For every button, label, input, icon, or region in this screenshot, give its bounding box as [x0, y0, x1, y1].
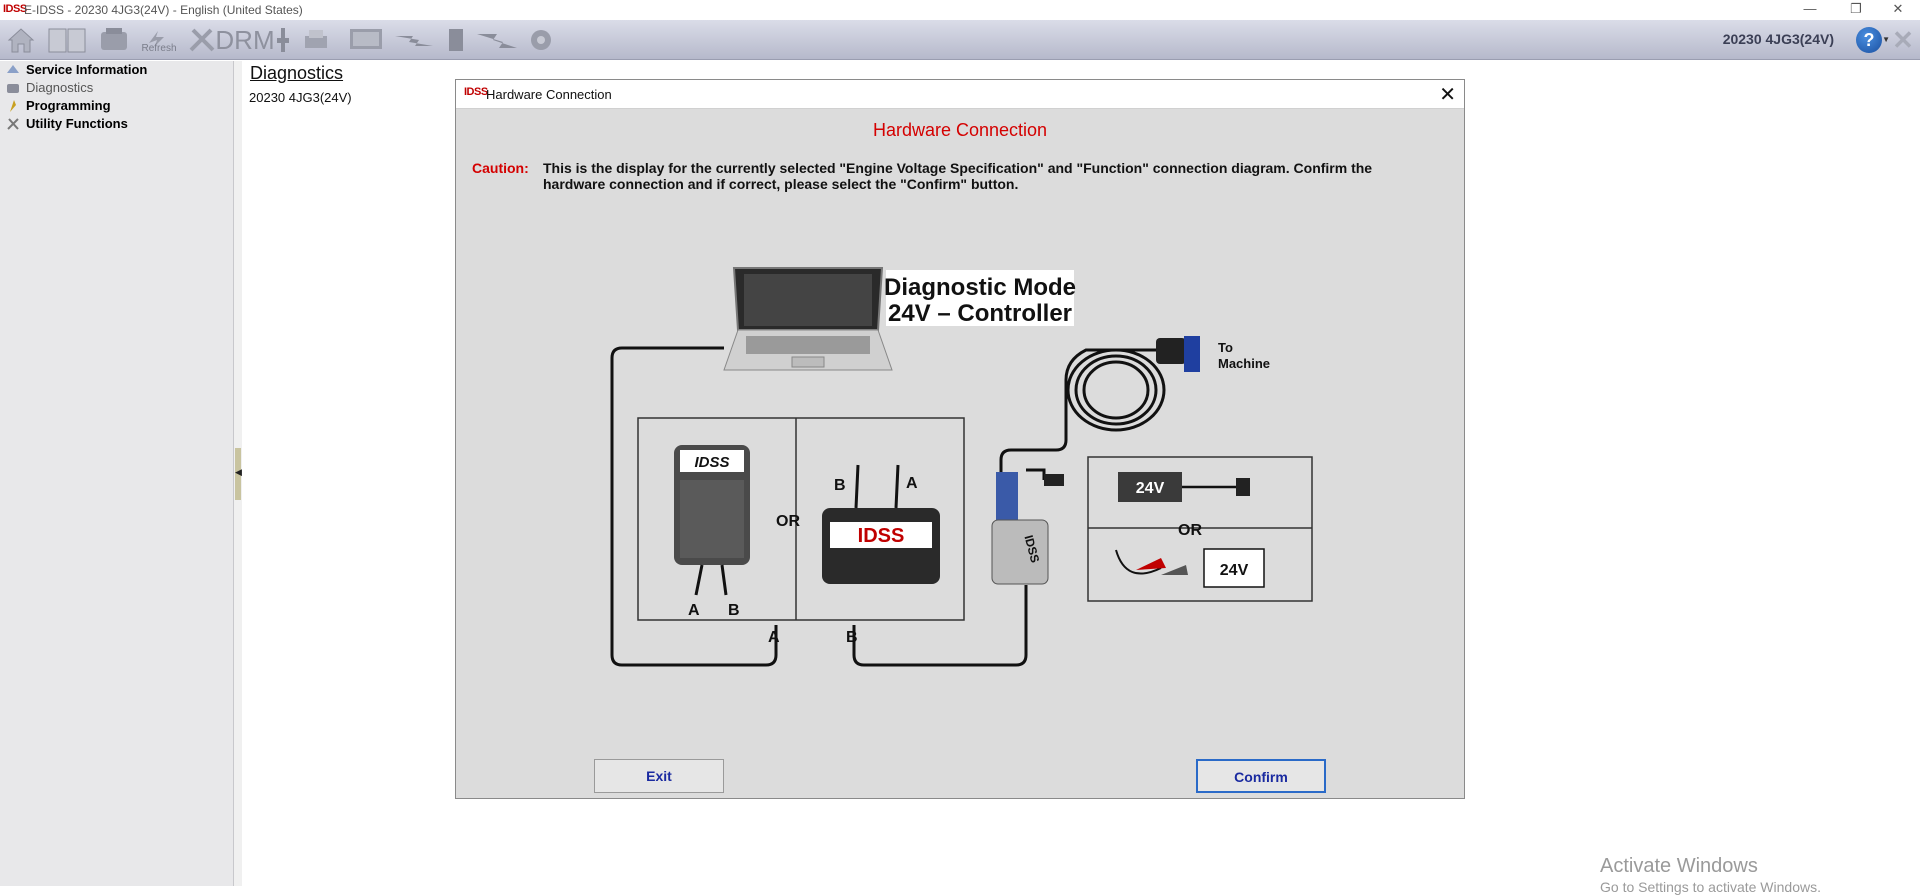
help-button[interactable]: ? — [1856, 27, 1882, 53]
chevron-down-icon[interactable]: ▼ — [1882, 35, 1890, 44]
sidebar-item-diagnostics[interactable]: Diagnostics — [6, 79, 93, 96]
splitter[interactable]: ◀ — [234, 61, 242, 886]
or-label-devices: OR — [776, 513, 800, 530]
book-icon[interactable] — [46, 25, 88, 55]
sidebar: Service Information Diagnostics Programm… — [0, 61, 234, 886]
diagnostics-icon — [6, 81, 20, 95]
label-a-new: A — [906, 475, 918, 492]
dialog-title-bar: IDSS Hardware Connection ✕ — [456, 80, 1464, 109]
diagram-title-line2: 24V – Controller — [888, 300, 1072, 327]
sidebar-item-label: Utility Functions — [26, 116, 128, 131]
dialog-title: Hardware Connection — [486, 87, 612, 102]
activate-windows-subtext: Go to Settings to activate Windows. — [1600, 879, 1821, 895]
battery-image: 24V — [1203, 548, 1265, 588]
refresh-button[interactable]: Refresh — [139, 25, 179, 55]
dialog-close-icon[interactable]: ✕ — [1439, 82, 1456, 107]
dialog-logo: IDSS — [464, 86, 488, 98]
battery-voltage: 24V — [1220, 562, 1249, 579]
drm-icon[interactable]: DRM — [215, 25, 274, 55]
or-label-power: OR — [1178, 522, 1202, 539]
home-icon[interactable] — [4, 25, 38, 55]
service-info-icon — [6, 63, 20, 77]
idss-logo-old: IDSS — [694, 454, 729, 471]
diagram-title-box: Diagnostic Mode 24V – Controller — [884, 270, 1076, 327]
engine-icon[interactable] — [96, 25, 132, 55]
pin-icon[interactable] — [272, 25, 294, 55]
confirm-button[interactable]: Confirm — [1196, 759, 1326, 793]
label-b-cable: B — [846, 629, 858, 646]
splitter-grip[interactable]: ◀ — [235, 448, 242, 500]
close-app-icon[interactable]: ✕ — [1890, 27, 1916, 53]
exit-button[interactable]: Exit — [594, 759, 724, 793]
monitor-icon[interactable] — [346, 25, 386, 55]
sidebar-item-label: Programming — [26, 98, 111, 113]
hardware-connection-dialog: IDSS Hardware Connection ✕ Hardware Conn… — [455, 79, 1465, 799]
lightning-icon[interactable] — [392, 25, 438, 55]
idss-logo-new: IDSS — [858, 525, 905, 547]
label-a-old: A — [688, 602, 700, 619]
utility-icon — [6, 117, 20, 131]
sidebar-item-label: Diagnostics — [26, 80, 94, 95]
label-b-old: B — [728, 602, 740, 619]
label-b-new: B — [834, 477, 846, 494]
toolbar: Refresh DRM 20230 4JG3(24V) ? ▼ ✕ — [0, 20, 1920, 60]
window-title: E-IDSS - 20230 4JG3(24V) - English (Unit… — [24, 3, 303, 17]
dialog-heading: Hardware Connection — [872, 120, 1048, 140]
phone-icon[interactable] — [442, 25, 470, 55]
close-window-button[interactable]: ✕ — [1880, 0, 1916, 20]
label-a-cable: A — [768, 629, 780, 646]
caution-text: This is the display for the currently se… — [543, 160, 1373, 192]
adapter-voltage: 24V — [1136, 480, 1165, 497]
programming-icon — [6, 99, 20, 113]
chevron-left-icon: ◀ — [235, 467, 242, 477]
sidebar-item-utility-functions[interactable]: Utility Functions — [6, 115, 128, 132]
diagram-title-line1: Diagnostic Mode — [884, 274, 1076, 301]
flash-icon[interactable] — [474, 25, 520, 55]
printer-icon[interactable] — [300, 25, 332, 55]
laptop-image — [723, 267, 893, 371]
page-title[interactable]: Diagnostics — [250, 63, 343, 84]
sidebar-item-label: Service Information — [26, 62, 148, 77]
toolbar-model: 20230 4JG3(24V) — [1722, 31, 1834, 47]
minimize-button[interactable]: — — [1792, 0, 1828, 20]
connection-diagram: Diagnostic Mode 24V – Controller To Mach… — [596, 250, 1326, 750]
title-bar: IDSS E-IDSS - 20230 4JG3(24V) - English … — [0, 0, 1920, 20]
activate-windows-watermark: Activate Windows — [1600, 855, 1758, 877]
sidebar-item-service-information[interactable]: Service Information — [6, 61, 147, 78]
to-machine-line1: To — [1218, 340, 1233, 355]
to-machine-line2: Machine — [1218, 356, 1270, 371]
restore-button[interactable]: ❐ — [1838, 0, 1874, 20]
sidebar-item-programming[interactable]: Programming — [6, 97, 111, 114]
model-label: 20230 4JG3(24V) — [249, 90, 352, 105]
gear-icon[interactable] — [522, 25, 560, 55]
caution-label: Caution: — [472, 160, 529, 176]
refresh-label: Refresh — [141, 42, 177, 54]
